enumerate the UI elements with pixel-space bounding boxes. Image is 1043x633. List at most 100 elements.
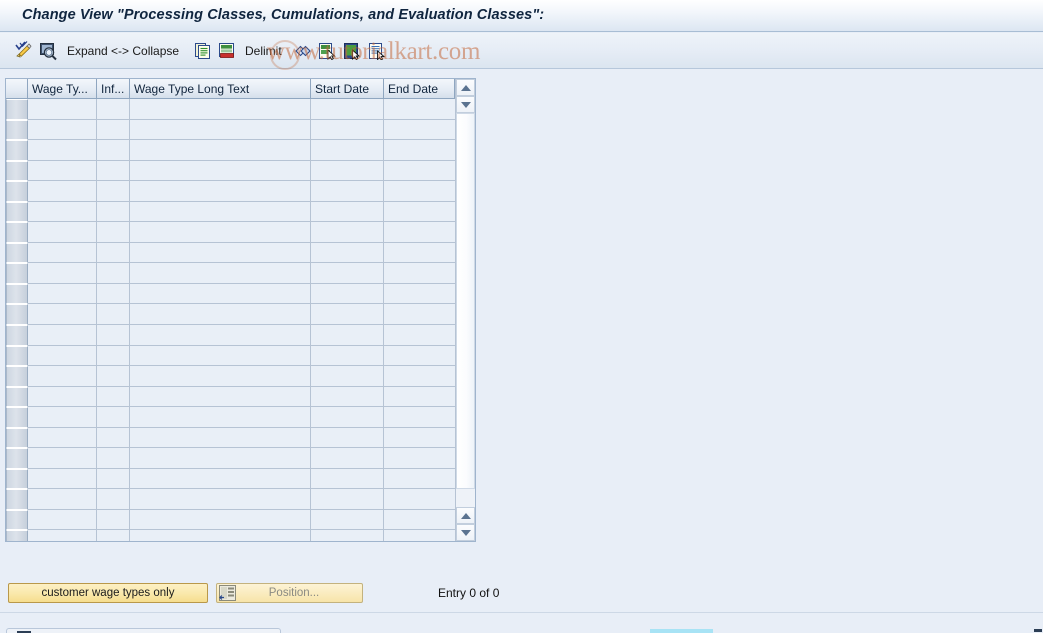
delimit-button[interactable]: Delimit [242,40,285,62]
position-button[interactable]: Position... [216,583,363,603]
table-cell[interactable] [384,407,455,428]
table-cell[interactable] [311,263,384,284]
table-cell[interactable] [28,345,97,367]
row-selector-cell[interactable] [6,468,28,490]
table-cell[interactable] [384,468,455,490]
row-selector-cell[interactable] [6,181,28,202]
copy-as-button[interactable] [194,40,212,62]
scrollbar-thumb[interactable] [456,113,475,489]
table-cell[interactable] [28,99,97,120]
table-cell[interactable] [97,345,130,367]
table-cell[interactable] [311,468,384,490]
delete-row-button[interactable] [218,40,236,62]
row-selector-cell[interactable] [6,325,28,346]
table-cell[interactable] [28,366,97,387]
table-row[interactable] [6,530,475,541]
table-cell[interactable] [97,489,130,510]
table-cell[interactable] [130,181,311,202]
row-selector-cell[interactable] [6,99,28,120]
table-cell[interactable] [97,530,130,541]
table-row[interactable] [6,160,475,182]
table-cell[interactable] [130,304,311,326]
table-cell[interactable] [311,140,384,161]
row-selector-cell[interactable] [6,201,28,223]
table-cell[interactable] [97,468,130,490]
table-cell[interactable] [311,242,384,264]
table-cell[interactable] [130,489,311,510]
table-cell[interactable] [311,160,384,182]
table-cell[interactable] [28,325,97,346]
table-cell[interactable] [311,201,384,223]
table-cell[interactable] [28,201,97,223]
row-select-header[interactable] [6,79,28,99]
table-row[interactable] [6,304,475,326]
table-cell[interactable] [384,386,455,408]
display-entries-button[interactable] [38,40,58,62]
table-vertical-scrollbar[interactable] [455,79,475,541]
row-selector-cell[interactable] [6,448,28,469]
table-cell[interactable] [97,366,130,387]
row-selector-cell[interactable] [6,427,28,449]
table-cell[interactable] [97,407,130,428]
table-cell[interactable] [130,140,311,161]
table-cell[interactable] [311,489,384,510]
table-cell[interactable] [384,99,455,120]
table-row[interactable] [6,119,475,141]
column-header-start-date[interactable]: Start Date [311,79,384,99]
table-cell[interactable] [28,222,97,243]
table-cell[interactable] [28,427,97,449]
table-row[interactable] [6,489,475,510]
table-row[interactable] [6,386,475,408]
table-cell[interactable] [130,222,311,243]
table-cell[interactable] [28,386,97,408]
row-selector-cell[interactable] [6,242,28,264]
table-cell[interactable] [97,509,130,531]
table-cell[interactable] [97,283,130,305]
scroll-page-down-button[interactable] [456,507,475,524]
row-selector-cell[interactable] [6,489,28,510]
table-cell[interactable] [311,304,384,326]
table-cell[interactable] [384,222,455,243]
check-entries-button[interactable] [14,40,34,62]
table-cell[interactable] [28,448,97,469]
table-cell[interactable] [384,509,455,531]
customer-wage-types-only-button[interactable]: customer wage types only [8,583,208,603]
table-cell[interactable] [384,366,455,387]
table-cell[interactable] [97,140,130,161]
table-cell[interactable] [28,509,97,531]
table-row[interactable] [6,263,475,284]
table-cell[interactable] [97,119,130,141]
table-row[interactable] [6,99,475,120]
select-block-button[interactable] [318,40,336,62]
table-cell[interactable] [97,448,130,469]
table-cell[interactable] [28,181,97,202]
row-selector-cell[interactable] [6,263,28,284]
table-cell[interactable] [28,468,97,490]
table-cell[interactable] [130,283,311,305]
table-row[interactable] [6,140,475,161]
table-cell[interactable] [130,263,311,284]
scroll-up-button[interactable] [456,79,475,96]
table-cell[interactable] [311,119,384,141]
table-cell[interactable] [130,366,311,387]
row-selector-cell[interactable] [6,283,28,305]
scroll-down-button[interactable] [456,524,475,541]
table-cell[interactable] [28,160,97,182]
table-cell[interactable] [384,283,455,305]
table-cell[interactable] [97,325,130,346]
table-cell[interactable] [130,468,311,490]
table-cell[interactable] [130,407,311,428]
table-row[interactable] [6,201,475,223]
table-cell[interactable] [97,222,130,243]
table-cell[interactable] [384,119,455,141]
table-cell[interactable] [384,304,455,326]
table-cell[interactable] [97,160,130,182]
table-cell[interactable] [28,140,97,161]
table-row[interactable] [6,242,475,264]
table-cell[interactable] [130,160,311,182]
table-cell[interactable] [28,489,97,510]
table-cell[interactable] [384,345,455,367]
table-cell[interactable] [97,201,130,223]
row-selector-cell[interactable] [6,509,28,531]
column-header-infotype[interactable]: Inf... [97,79,130,99]
